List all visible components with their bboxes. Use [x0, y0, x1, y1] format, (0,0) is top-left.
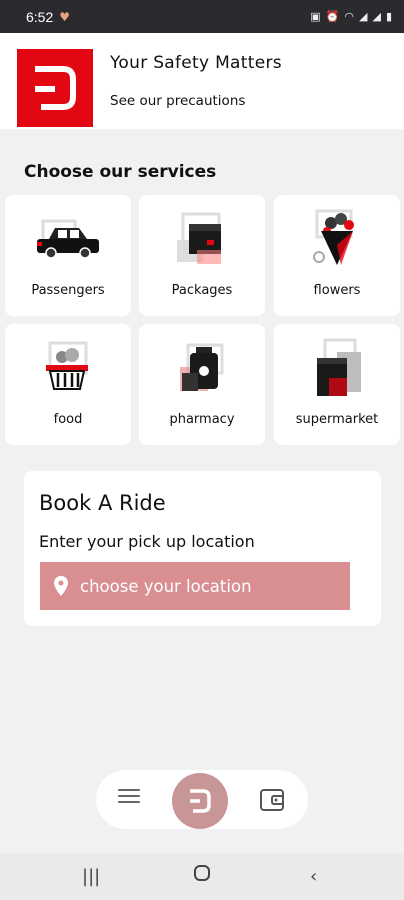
service-pharmacy[interactable]: pharmacy: [139, 324, 265, 445]
service-flowers[interactable]: flowers: [274, 195, 400, 316]
service-label: pharmacy: [169, 412, 235, 427]
home-icon[interactable]: [193, 864, 211, 887]
pickup-prompt: Enter your pick up location: [39, 532, 255, 551]
heart-icon: ♥: [59, 9, 71, 24]
pharmacy-icon: [139, 336, 265, 402]
home-logo-icon: [190, 789, 211, 813]
bottom-nav: [96, 770, 308, 829]
service-label: Packages: [171, 283, 233, 298]
choose-location-button[interactable]: choose your location: [40, 562, 350, 610]
service-label: flowers: [313, 283, 361, 298]
system-nav-bar: ||| ‹: [0, 853, 404, 900]
recent-apps-icon[interactable]: |||: [82, 866, 100, 887]
grocery-bags-icon: [274, 336, 400, 402]
battery-icon: ▮: [385, 10, 392, 23]
signal-icon: ◢: [372, 10, 381, 23]
status-bar: 6:52 ♥ ▣ ⏰ ◠ ◢ ◢ ▮: [0, 0, 404, 33]
lock-icon: ▣: [310, 10, 321, 23]
service-passengers[interactable]: Passengers: [5, 195, 131, 316]
book-ride-card: Book A Ride Enter your pick up location …: [24, 471, 381, 626]
wifi-icon: ◠: [344, 10, 354, 23]
service-supermarket[interactable]: supermarket: [274, 324, 400, 445]
signal-icon: ◢: [359, 10, 368, 23]
services-heading: Choose our services: [24, 162, 217, 182]
book-ride-title: Book A Ride: [39, 491, 166, 515]
brand-logo: [17, 49, 93, 127]
service-label: Passengers: [31, 283, 105, 298]
service-food[interactable]: food: [5, 324, 131, 445]
service-label: food: [53, 412, 83, 427]
choose-location-label: choose your location: [80, 576, 252, 596]
back-icon[interactable]: ‹: [310, 866, 317, 887]
alarm-icon: ⏰: [325, 10, 340, 23]
location-pin-icon: [54, 576, 68, 596]
flowers-icon: [274, 207, 400, 273]
package-icon: [139, 207, 265, 273]
status-icons: ▣ ⏰ ◠ ◢ ◢ ▮: [310, 10, 392, 23]
car-icon: [5, 207, 131, 273]
service-label: supermarket: [295, 412, 379, 427]
wallet-icon[interactable]: [260, 789, 284, 815]
home-logo-button[interactable]: [172, 773, 228, 829]
safety-banner[interactable]: Your Safety Matters See our precautions: [0, 33, 404, 129]
status-time: 6:52: [26, 8, 54, 25]
food-basket-icon: [5, 336, 131, 402]
banner-title: Your Safety Matters: [110, 53, 282, 73]
menu-icon[interactable]: [118, 789, 140, 809]
service-packages[interactable]: Packages: [139, 195, 265, 316]
precautions-link[interactable]: See our precautions: [110, 93, 245, 109]
